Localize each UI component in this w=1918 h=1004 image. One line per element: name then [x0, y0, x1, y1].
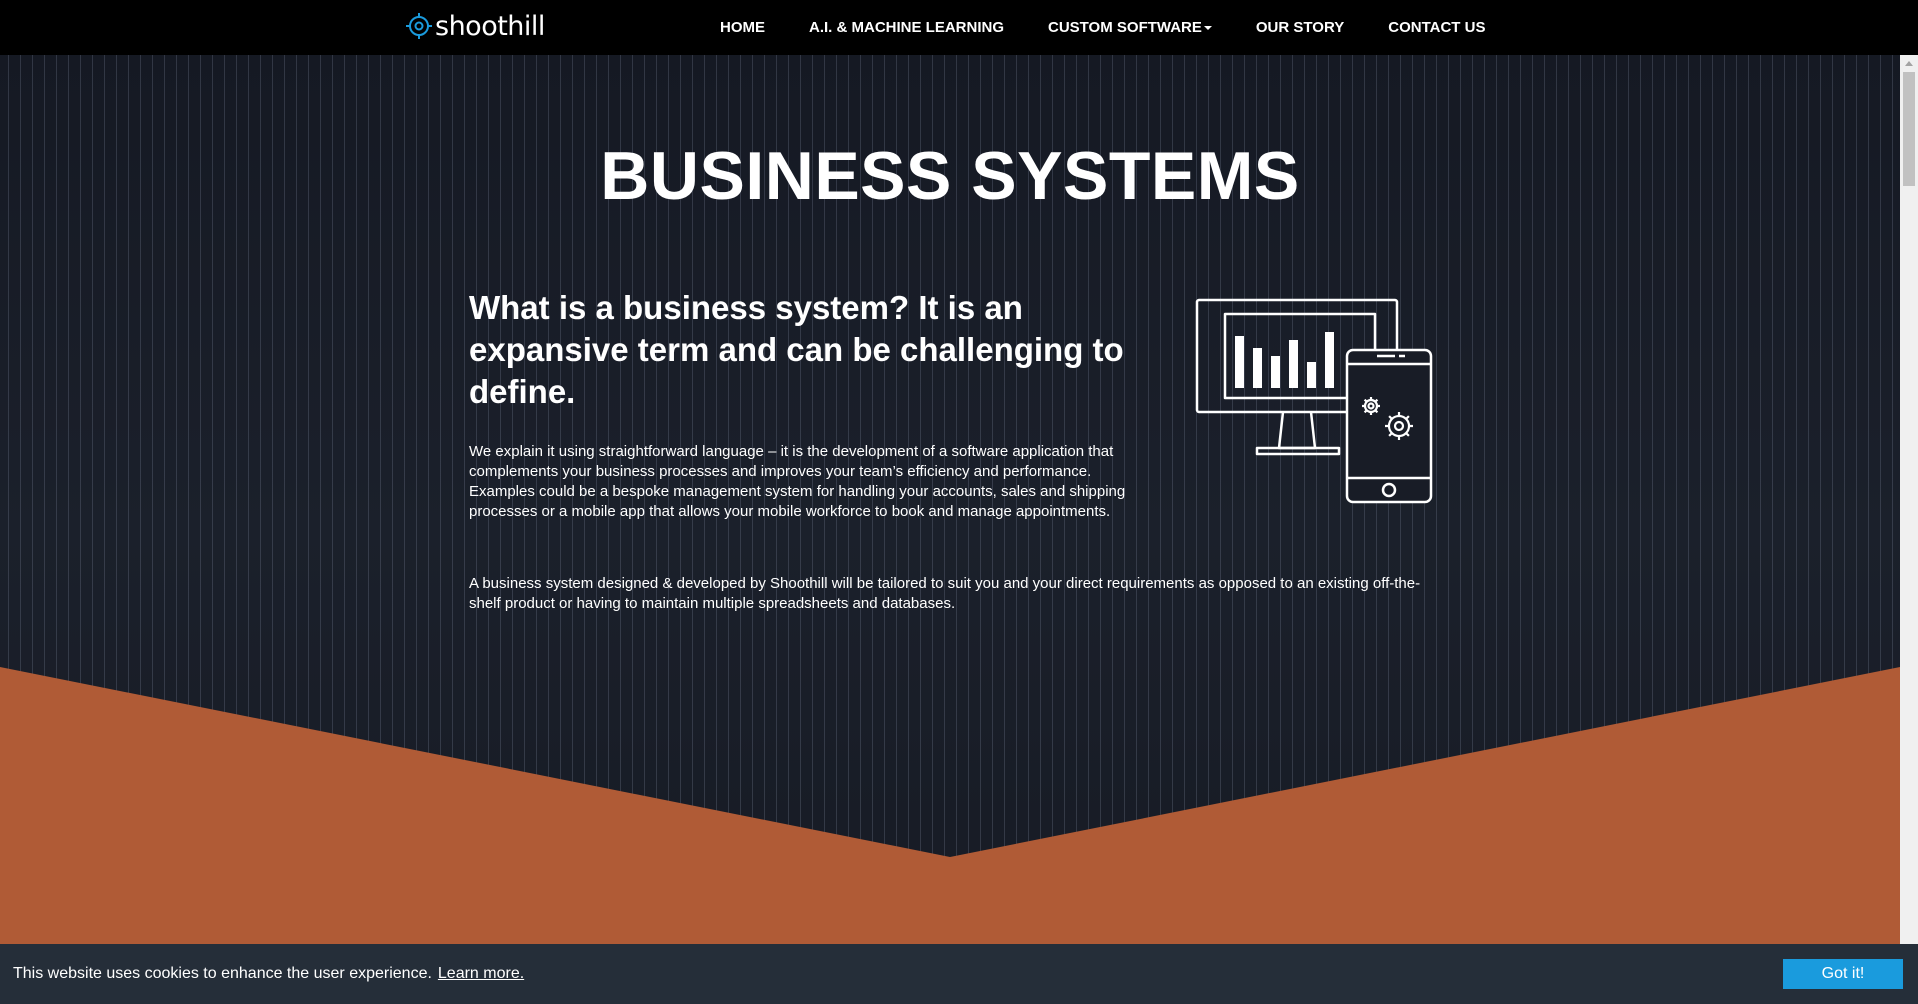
intro-heading: What is a business system? It is an expa…: [469, 289, 1124, 410]
caret-down-icon: [1203, 26, 1212, 30]
learn-more-link[interactable]: Learn more.: [438, 965, 524, 982]
nav-ai-machine-learning[interactable]: A.I. & MACHINE LEARNING: [809, 19, 1004, 36]
scrollbar-thumb[interactable]: [1903, 72, 1915, 186]
scroll-up-arrow-icon[interactable]: [1905, 61, 1913, 66]
cookie-message-text: This website uses cookies to enhance the…: [13, 965, 432, 982]
nav-contact-us[interactable]: CONTACT US: [1388, 19, 1485, 36]
monitor-and-phone-icon: [1195, 298, 1433, 504]
nav-custom-software[interactable]: CUSTOM SOFTWARE: [1048, 19, 1212, 36]
nav-custom-software-label: CUSTOM SOFTWARE: [1048, 19, 1202, 36]
logo-text: shoothill: [435, 10, 545, 42]
nav-contact-us-label: CONTACT US: [1388, 19, 1486, 36]
logo[interactable]: shoothill: [405, 10, 545, 42]
top-navbar: shoothill HOME A.I. & MACHINE LEARNING C…: [0, 0, 1918, 55]
tailored-paragraph: A business system designed & developed b…: [469, 575, 1421, 612]
nav-ai-label: A.I. & MACHINE LEARNING: [809, 19, 1004, 36]
main-nav: HOME A.I. & MACHINE LEARNING CUSTOM SOFT…: [720, 0, 1485, 55]
hero-section: BUSINESS SYSTEMS What is a business syst…: [0, 55, 1900, 1004]
nav-our-story-label: OUR STORY: [1255, 19, 1345, 36]
got-it-button[interactable]: Got it!: [1783, 959, 1903, 989]
page-title: BUSINESS SYSTEMS: [600, 138, 1300, 214]
page: shoothill HOME A.I. & MACHINE LEARNING C…: [0, 0, 1918, 1004]
page-scrollbar[interactable]: [1900, 55, 1918, 1004]
nav-our-story[interactable]: OUR STORY: [1256, 19, 1344, 36]
cookie-message: This website uses cookies to enhance the…: [13, 965, 524, 983]
cookie-consent-bar: This website uses cookies to enhance the…: [0, 944, 1918, 1004]
nav-home[interactable]: HOME: [720, 19, 765, 36]
intro-paragraph: We explain it using straightforward lang…: [469, 443, 1126, 520]
nav-home-label: HOME: [720, 19, 765, 36]
crosshair-logo-icon: [406, 13, 432, 39]
